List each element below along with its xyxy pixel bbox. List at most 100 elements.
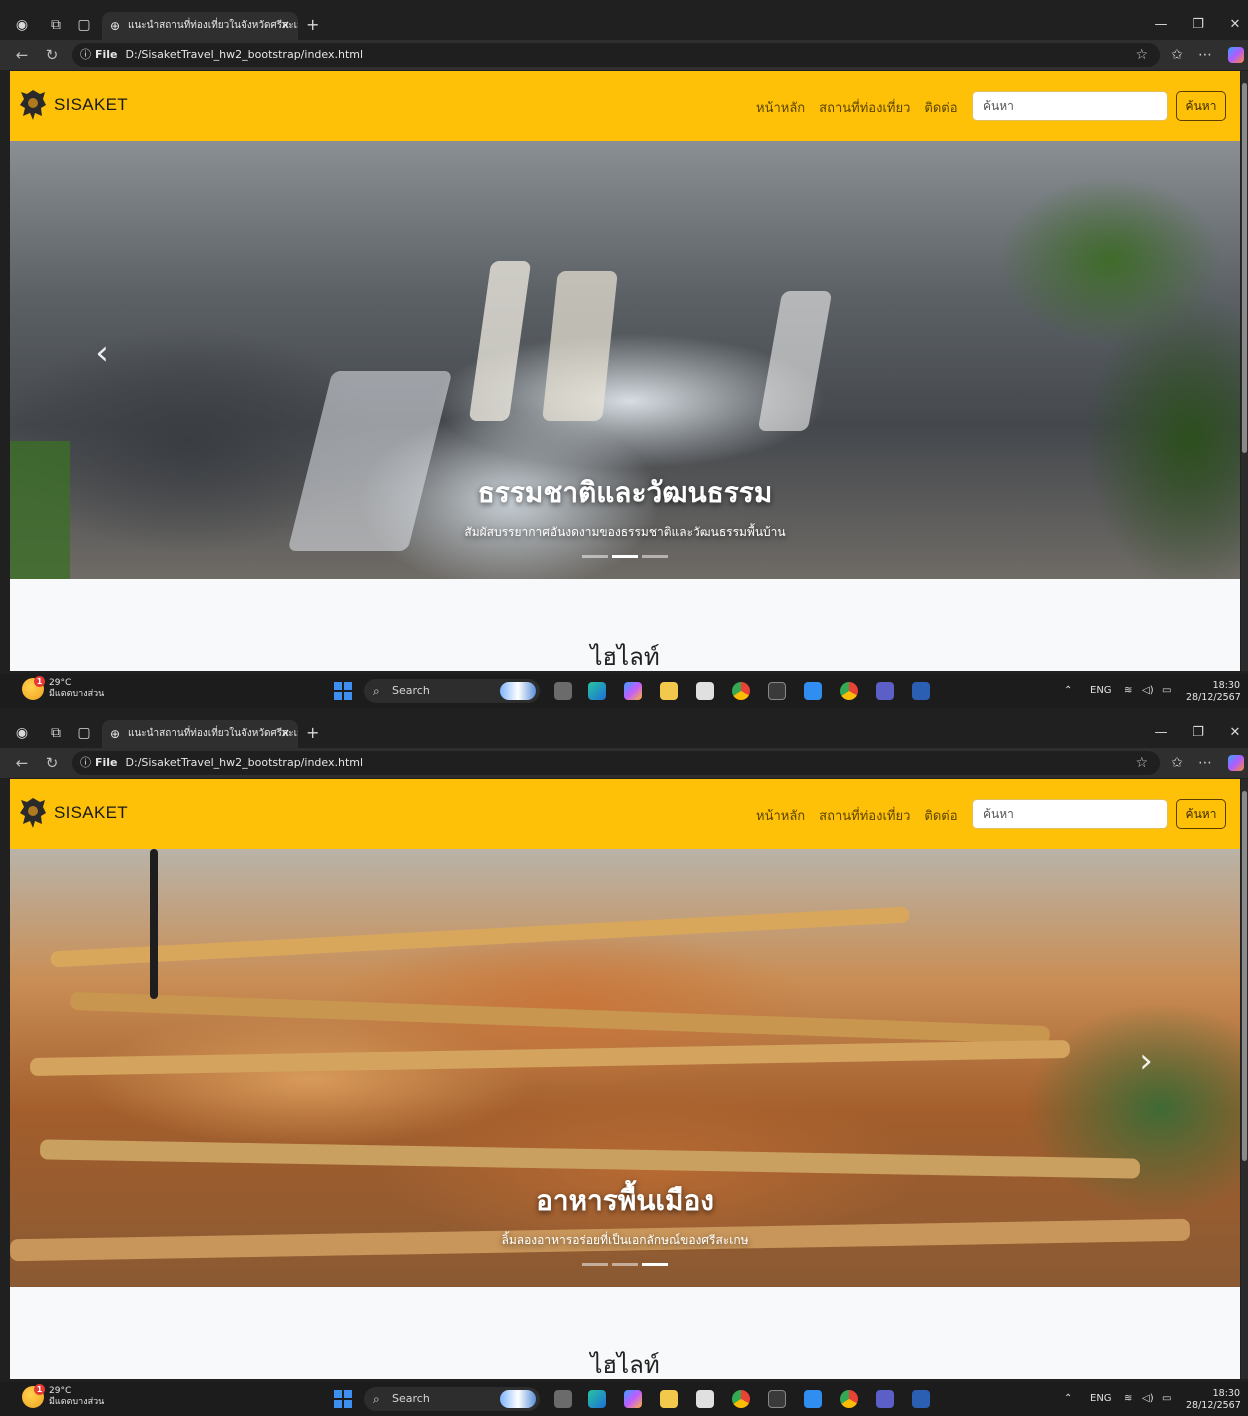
- close-window-icon[interactable]: ✕: [1224, 15, 1246, 35]
- word-icon[interactable]: [912, 682, 930, 700]
- system-clock[interactable]: 18:30 28/12/2567: [1186, 1388, 1241, 1412]
- volume-icon[interactable]: ◁): [1142, 1382, 1154, 1416]
- profile-icon[interactable]: ◉: [12, 15, 32, 35]
- wifi-icon[interactable]: ≋: [1124, 1382, 1132, 1416]
- carousel-indicator[interactable]: [582, 1263, 608, 1266]
- word-icon[interactable]: [912, 1390, 930, 1408]
- task-view-icon[interactable]: [554, 682, 572, 700]
- edge-icon[interactable]: [588, 682, 606, 700]
- terminal-icon[interactable]: [768, 1390, 786, 1408]
- back-icon[interactable]: ←: [12, 45, 32, 65]
- refresh-icon[interactable]: ↻: [42, 45, 62, 65]
- new-tab-icon[interactable]: +: [306, 14, 319, 36]
- brand-link[interactable]: SISAKET: [18, 795, 128, 831]
- search-button[interactable]: ค้นหา: [1176, 799, 1226, 829]
- taskbar-search[interactable]: ⌕ Search: [364, 1387, 540, 1411]
- chrome-icon[interactable]: [732, 682, 750, 700]
- edge-icon[interactable]: [588, 1390, 606, 1408]
- teams-icon[interactable]: [876, 1390, 894, 1408]
- close-tab-icon[interactable]: ✕: [281, 720, 290, 748]
- volume-icon[interactable]: ◁): [1142, 674, 1154, 708]
- teams-icon[interactable]: [876, 682, 894, 700]
- carousel-next-icon[interactable]: ›: [1126, 1041, 1166, 1081]
- store-icon[interactable]: [696, 1390, 714, 1408]
- favorite-star-icon[interactable]: ☆: [1135, 43, 1148, 67]
- tray-chevron-icon[interactable]: ⌃: [1064, 1382, 1072, 1416]
- back-icon[interactable]: ←: [12, 753, 32, 773]
- copilot-icon[interactable]: [1228, 755, 1244, 771]
- battery-icon[interactable]: ▭: [1162, 1382, 1171, 1416]
- chrome-profile-icon[interactable]: [840, 682, 858, 700]
- minimize-icon[interactable]: —: [1150, 15, 1172, 35]
- favorite-star-icon[interactable]: ☆: [1135, 751, 1148, 775]
- search-icon: ⌕: [373, 1392, 380, 1406]
- tab-actions-icon[interactable]: ▢: [74, 15, 94, 35]
- language-indicator[interactable]: ENG: [1090, 1382, 1112, 1416]
- close-window-icon[interactable]: ✕: [1224, 723, 1246, 743]
- new-tab-icon[interactable]: +: [306, 722, 319, 744]
- nav-link-home[interactable]: หน้าหลัก: [756, 805, 805, 826]
- carousel-indicator-active[interactable]: [642, 1263, 668, 1266]
- page-scrollbar[interactable]: [1241, 71, 1248, 671]
- nav-link-home[interactable]: หน้าหลัก: [756, 97, 805, 118]
- nav-link-attractions[interactable]: สถานที่ท่องเที่ยว: [819, 97, 910, 118]
- search-button[interactable]: ค้นหา: [1176, 91, 1226, 121]
- tray-chevron-icon[interactable]: ⌃: [1064, 674, 1072, 708]
- start-button[interactable]: [334, 1390, 352, 1408]
- copilot-icon[interactable]: [1228, 47, 1244, 63]
- favorites-icon[interactable]: ✩: [1166, 45, 1188, 65]
- restore-icon[interactable]: ❐: [1187, 15, 1209, 35]
- browser-tab[interactable]: ⊕ แนะนำสถานที่ท่องเที่ยวในจังหวัดศรีสะเก…: [102, 720, 298, 748]
- scrollbar-thumb[interactable]: [1242, 83, 1247, 453]
- search-input[interactable]: ค้นหา: [972, 799, 1168, 829]
- browser-tab[interactable]: ⊕ แนะนำสถานที่ท่องเที่ยวในจังหวัดศรีสะเก…: [102, 12, 298, 40]
- more-menu-icon[interactable]: ⋯: [1194, 45, 1216, 65]
- tab-actions-icon[interactable]: ▢: [74, 723, 94, 743]
- highlight-section: ไฮไลท์: [10, 1287, 1240, 1379]
- terminal-icon[interactable]: [768, 682, 786, 700]
- address-bar[interactable]: ⓘ File D:/SisaketTravel_hw2_bootstrap/inde…: [72, 43, 1160, 67]
- chrome-profile-icon[interactable]: [840, 1390, 858, 1408]
- profile-icon[interactable]: ◉: [12, 723, 32, 743]
- copilot-app-icon[interactable]: [624, 682, 642, 700]
- weather-widget[interactable]: 1 29°C มีแดดบางส่วน: [22, 1384, 104, 1408]
- tab-title: แนะนำสถานที่ท่องเที่ยวในจังหวัดศรีสะเกษ: [128, 728, 298, 739]
- refresh-icon[interactable]: ↻: [42, 753, 62, 773]
- nav-link-attractions[interactable]: สถานที่ท่องเที่ยว: [819, 805, 910, 826]
- workspaces-icon[interactable]: ⧉: [46, 15, 66, 35]
- system-clock[interactable]: 18:30 28/12/2567: [1186, 680, 1241, 704]
- workspaces-icon[interactable]: ⧉: [46, 723, 66, 743]
- store-icon[interactable]: [696, 682, 714, 700]
- scrollbar-thumb[interactable]: [1242, 791, 1247, 1161]
- chrome-icon[interactable]: [732, 1390, 750, 1408]
- file-explorer-icon[interactable]: [660, 682, 678, 700]
- language-indicator[interactable]: ENG: [1090, 674, 1112, 708]
- task-view-icon[interactable]: [554, 1390, 572, 1408]
- vscode-icon[interactable]: [804, 682, 822, 700]
- brand-link[interactable]: SISAKET: [18, 87, 128, 123]
- favorites-icon[interactable]: ✩: [1166, 753, 1188, 773]
- wifi-icon[interactable]: ≋: [1124, 674, 1132, 708]
- copilot-app-icon[interactable]: [624, 1390, 642, 1408]
- restore-icon[interactable]: ❐: [1187, 723, 1209, 743]
- carousel-prev-icon[interactable]: ‹: [82, 333, 122, 373]
- file-explorer-icon[interactable]: [660, 1390, 678, 1408]
- more-menu-icon[interactable]: ⋯: [1194, 753, 1216, 773]
- search-input[interactable]: ค้นหา: [972, 91, 1168, 121]
- taskbar-search[interactable]: ⌕ Search: [364, 679, 540, 703]
- carousel-indicator-active[interactable]: [612, 555, 638, 558]
- close-tab-icon[interactable]: ✕: [281, 12, 290, 40]
- page-scrollbar[interactable]: [1241, 779, 1248, 1379]
- carousel-indicator[interactable]: [642, 555, 668, 558]
- nav-link-contact[interactable]: ติดต่อ: [924, 805, 957, 826]
- carousel-indicator[interactable]: [612, 1263, 638, 1266]
- nav-link-contact[interactable]: ติดต่อ: [924, 97, 957, 118]
- vscode-icon[interactable]: [804, 1390, 822, 1408]
- windows-taskbar: 1 29°C มีแดดบางส่วน ⌕ Search ⌃ ENG ≋ ◁) ▭ …: [0, 1382, 1248, 1416]
- address-bar[interactable]: ⓘ File D:/SisaketTravel_hw2_bootstrap/inde…: [72, 751, 1160, 775]
- battery-icon[interactable]: ▭: [1162, 674, 1171, 708]
- carousel-indicator[interactable]: [582, 555, 608, 558]
- start-button[interactable]: [334, 682, 352, 700]
- weather-widget[interactable]: 1 29°C มีแดดบางส่วน: [22, 676, 104, 700]
- minimize-icon[interactable]: —: [1150, 723, 1172, 743]
